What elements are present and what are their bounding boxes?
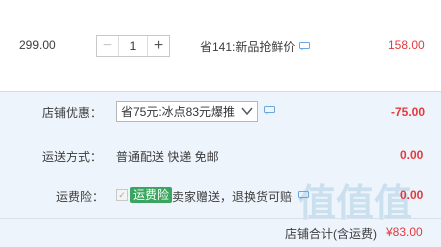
decrease-quantity-button[interactable]: − (97, 36, 119, 56)
coupon-note-icon[interactable] (264, 104, 275, 118)
insurance-amount: 0.00 (400, 188, 424, 202)
shop-summary-panel: 值值值 店铺优惠： 省75元:冰点83元爆推 -75.00 运送方式： 普通配送… (0, 91, 441, 247)
increase-quantity-button[interactable]: + (147, 36, 169, 56)
item-subtotal: 158.00 (388, 38, 425, 52)
insurance-tag: 运费险 (130, 187, 173, 203)
shop-total-amount: ¥83.00 (386, 225, 423, 239)
shipping-label: 运送方式： (42, 150, 103, 164)
cart-item-row: 299.00 − + 省141:新品抢鲜价 158.00 (0, 0, 441, 91)
shipping-value: 普通配送 快递 免邮 (116, 150, 219, 164)
insurance-note-icon[interactable] (298, 189, 309, 203)
insurance-description: 卖家赠送，退换货可赔 (172, 190, 293, 204)
shipping-amount: 0.00 (400, 148, 424, 162)
shop-total-label: 店铺合计(含运费) (285, 227, 377, 241)
coupon-selected-value: 省75元:冰点83元爆推 (121, 105, 236, 119)
quantity-input[interactable] (119, 36, 147, 56)
insurance-checkbox[interactable]: ✓ (116, 189, 128, 201)
coupon-select[interactable]: 省75元:冰点83元爆推 (116, 101, 258, 122)
insurance-label: 运费险： (56, 190, 105, 204)
quantity-stepper: − + (96, 35, 170, 57)
promotion-text: 省141:新品抢鲜价 (200, 38, 310, 55)
chevron-down-icon (241, 104, 253, 121)
coupon-label: 店铺优惠： (42, 106, 103, 120)
promotion-label: 省141:新品抢鲜价 (200, 40, 296, 54)
promotion-note-icon[interactable] (298, 40, 310, 54)
divider (0, 218, 441, 219)
unit-price: 299.00 (19, 38, 56, 52)
coupon-amount: -75.00 (391, 105, 426, 119)
